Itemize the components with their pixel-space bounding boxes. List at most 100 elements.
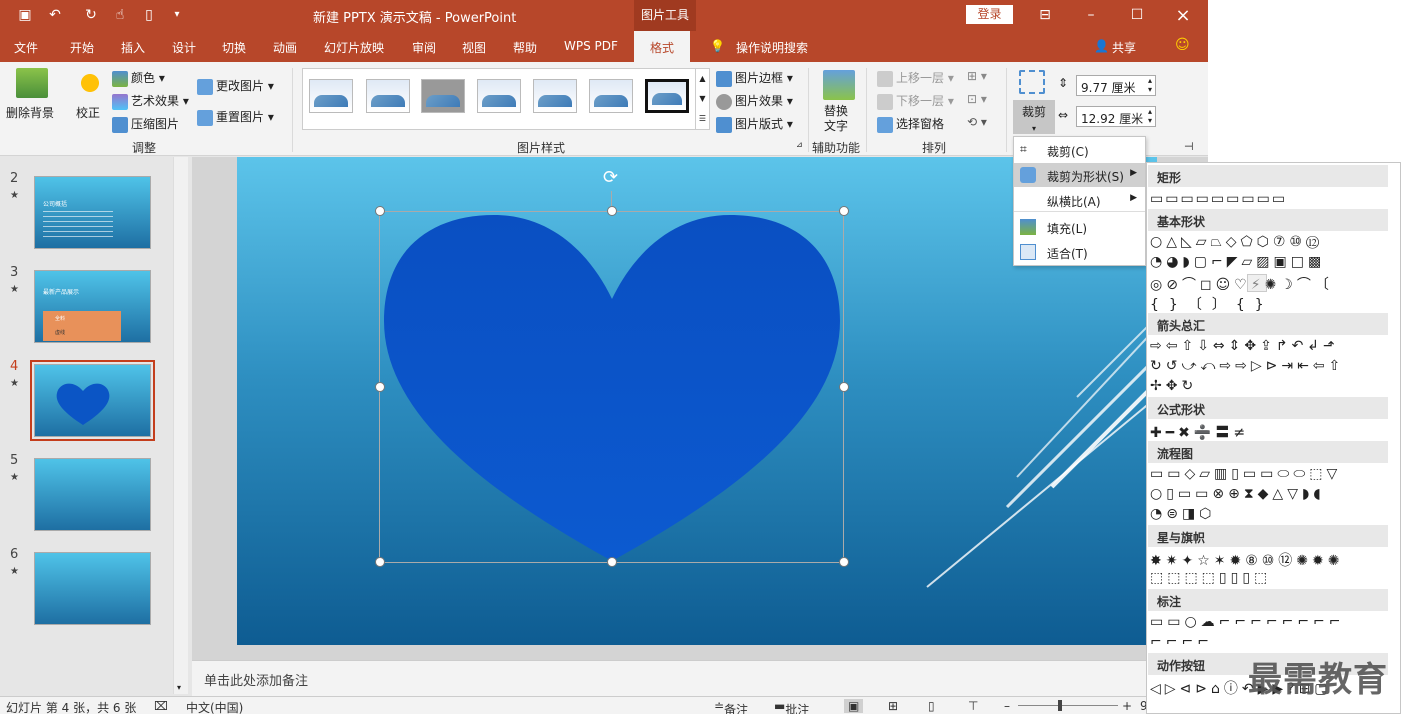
pin-icon[interactable]: ⊣ — [1184, 140, 1194, 153]
comments-toggle[interactable]: ▬ 批注 — [774, 699, 809, 714]
menu-item-fit[interactable]: 适合(T) — [1014, 240, 1145, 264]
spinner-icon[interactable]: ▴ ▾ — [1148, 107, 1152, 125]
shape-heart-selected[interactable] — [1247, 274, 1267, 292]
picture-layout-button[interactable]: 图片版式 ▾ — [716, 115, 793, 133]
corrections-icon[interactable] — [74, 68, 106, 98]
shape-row[interactable]: ○△◺▱⏢◇⬠⬡⑦⑩⑫ — [1150, 234, 1323, 250]
shape-row[interactable]: {}〔〕{} — [1150, 294, 1274, 314]
reading-view-icon[interactable]: ▯ — [928, 699, 935, 713]
tab-design[interactable]: 设计 — [172, 39, 196, 56]
touch-mode-icon[interactable]: ☝ — [111, 6, 129, 24]
resize-handle-se[interactable] — [839, 557, 849, 567]
resize-handle-sw[interactable] — [375, 557, 385, 567]
change-picture-button[interactable]: 更改图片 ▾ — [197, 77, 274, 95]
slides-scrollbar[interactable]: ▾ — [173, 157, 188, 694]
crop-button[interactable]: 裁剪 ▾ — [1013, 100, 1055, 134]
menu-item-fill[interactable]: 填充(L) — [1014, 215, 1145, 239]
menu-item-aspect-ratio[interactable]: 纵横比(A) ▶ — [1014, 188, 1145, 212]
slide-thumbnail-6[interactable] — [34, 552, 151, 625]
resize-handle-nw[interactable] — [375, 206, 385, 216]
resize-handle-w[interactable] — [375, 382, 385, 392]
smiley-icon[interactable]: ☺ — [1175, 37, 1190, 53]
tab-review[interactable]: 审阅 — [412, 39, 436, 56]
shape-row[interactable]: ▭▭◇▱▥▯▭▭⬭⬭⬚▽ — [1150, 466, 1341, 482]
shape-row[interactable]: ✸✷✦☆✶✹⑧⑩⑫✺✹✺ — [1150, 550, 1344, 570]
picture-border-button[interactable]: 图片边框 ▾ — [716, 69, 793, 87]
notes-toggle[interactable]: ≐ 备注 — [714, 699, 748, 714]
slide-thumbnail-4[interactable] — [30, 360, 155, 441]
remove-background-button[interactable]: 删除背景 — [6, 104, 54, 121]
tab-slideshow[interactable]: 幻灯片放映 — [324, 39, 384, 56]
shape-row[interactable]: ▭▭○☁⌐⌐⌐⌐⌐⌐⌐⌐ — [1150, 614, 1345, 630]
shape-row[interactable]: ⇨⇦⇧⇩⇔⇕✥⇪↱↶↲⬏ — [1150, 338, 1339, 354]
tab-transitions[interactable]: 切换 — [222, 39, 246, 56]
menu-item-crop[interactable]: ⌗ 裁剪(C) — [1014, 138, 1145, 162]
picture-style-5[interactable] — [533, 79, 577, 113]
scroll-down-icon[interactable]: ▾ — [177, 683, 181, 692]
resize-handle-ne[interactable] — [839, 206, 849, 216]
width-input[interactable]: 12.92 厘米 ▴ ▾ — [1076, 106, 1156, 127]
art-effects-button[interactable]: 艺术效果 ▾ — [112, 92, 189, 110]
shape-row[interactable]: ○▯▭▭⊗⊕⧗◆△▽◗◖ — [1150, 486, 1325, 502]
send-backward-button[interactable]: 下移一层 ▾ — [877, 92, 954, 110]
bring-forward-button[interactable]: 上移一层 ▾ — [877, 69, 954, 87]
tab-home[interactable]: 开始 — [70, 39, 94, 56]
customize-icon[interactable]: ▾ — [168, 6, 186, 24]
shape-row[interactable]: ✚━✖➗〓≠ — [1150, 422, 1249, 442]
picture-style-4[interactable] — [477, 79, 521, 113]
remove-background-icon[interactable] — [16, 68, 48, 98]
undo-icon[interactable]: ↶ — [46, 6, 64, 24]
menu-item-crop-to-shape[interactable]: 裁剪为形状(S) ▶ — [1014, 163, 1145, 187]
height-input[interactable]: 9.77 厘米 ▴ ▾ — [1076, 75, 1156, 96]
reset-picture-button[interactable]: 重置图片 ▾ — [197, 108, 274, 126]
zoom-in-icon[interactable]: + — [1122, 699, 1132, 713]
picture-style-1[interactable] — [309, 79, 353, 113]
resize-handle-s[interactable] — [607, 557, 617, 567]
tab-format[interactable]: 格式 — [634, 31, 691, 62]
align-icon[interactable]: ⊞ ▾ — [967, 69, 987, 83]
ribbon-display-icon[interactable]: ⊟ — [1022, 0, 1068, 31]
zoom-slider-thumb[interactable] — [1058, 700, 1062, 711]
notes-pane[interactable]: 单击此处添加备注 — [192, 660, 1208, 696]
picture-effects-button[interactable]: 图片效果 ▾ — [716, 92, 793, 110]
shape-row[interactable]: ◔⊜◨⬡ — [1150, 506, 1215, 522]
tell-me-search[interactable]: 操作说明搜索 — [736, 39, 808, 56]
spellcheck-icon[interactable]: ⌧ — [154, 699, 168, 713]
shape-row[interactable]: ◔◕◗▢⌐◤▱▨▣□▩ — [1150, 254, 1325, 270]
shape-row[interactable]: ⌐⌐⌐⌐ — [1150, 634, 1213, 650]
close-icon[interactable]: × — [1160, 0, 1206, 31]
picture-style-6[interactable] — [589, 79, 633, 113]
redo-icon[interactable]: ↻ — [82, 6, 100, 24]
tab-animations[interactable]: 动画 — [273, 39, 297, 56]
slide-thumbnail-2[interactable]: 公司概括 — [34, 176, 151, 249]
alt-text-icon[interactable] — [823, 70, 855, 100]
shape-row[interactable]: ⬚⬚⬚⬚▯▯▯⬚ — [1150, 570, 1271, 586]
slide-thumbnail-5[interactable] — [34, 458, 151, 531]
shape-row[interactable]: ▭▭▭▭▭▭▭▭▭ — [1150, 191, 1287, 207]
rotate-handle-icon[interactable]: ⟳ — [603, 167, 618, 188]
slide-thumbnail-3[interactable]: 最新产品展示 全料 虚线 — [34, 270, 151, 343]
tab-wps-pdf[interactable]: WPS PDF — [564, 39, 618, 53]
share-icon[interactable]: 👤 — [1094, 39, 1109, 53]
picture-style-3[interactable] — [421, 79, 465, 113]
gallery-scroll[interactable]: ▲ ▼ ☰ — [695, 69, 709, 129]
login-button[interactable]: 登录 — [966, 5, 1013, 24]
picture-style-2[interactable] — [366, 79, 410, 113]
minimize-icon[interactable]: – — [1068, 0, 1114, 31]
tab-view[interactable]: 视图 — [462, 39, 486, 56]
tab-file[interactable]: 文件 — [14, 39, 38, 56]
tab-insert[interactable]: 插入 — [121, 39, 145, 56]
selection-pane-button[interactable]: 选择窗格 — [877, 115, 944, 133]
dialog-launcher-icon[interactable]: ⊿ — [796, 140, 803, 149]
group-icon[interactable]: ⊡ ▾ — [967, 92, 987, 106]
resize-handle-e[interactable] — [839, 382, 849, 392]
alt-text-button[interactable]: 替换文字 — [824, 104, 854, 134]
shape-row[interactable]: ↻↺⤻⤺⇨⇨▷⊳⇥⇤⇦⇧ — [1150, 358, 1344, 374]
tab-help[interactable]: 帮助 — [513, 39, 537, 56]
corrections-button[interactable]: 校正 — [76, 104, 100, 121]
new-file-icon[interactable]: ▯ — [140, 6, 158, 24]
language-indicator[interactable]: 中文(中国) — [186, 699, 243, 714]
resize-handle-n[interactable] — [607, 206, 617, 216]
rotate-icon[interactable]: ⟲ ▾ — [967, 115, 987, 129]
maximize-icon[interactable]: ☐ — [1114, 0, 1160, 31]
